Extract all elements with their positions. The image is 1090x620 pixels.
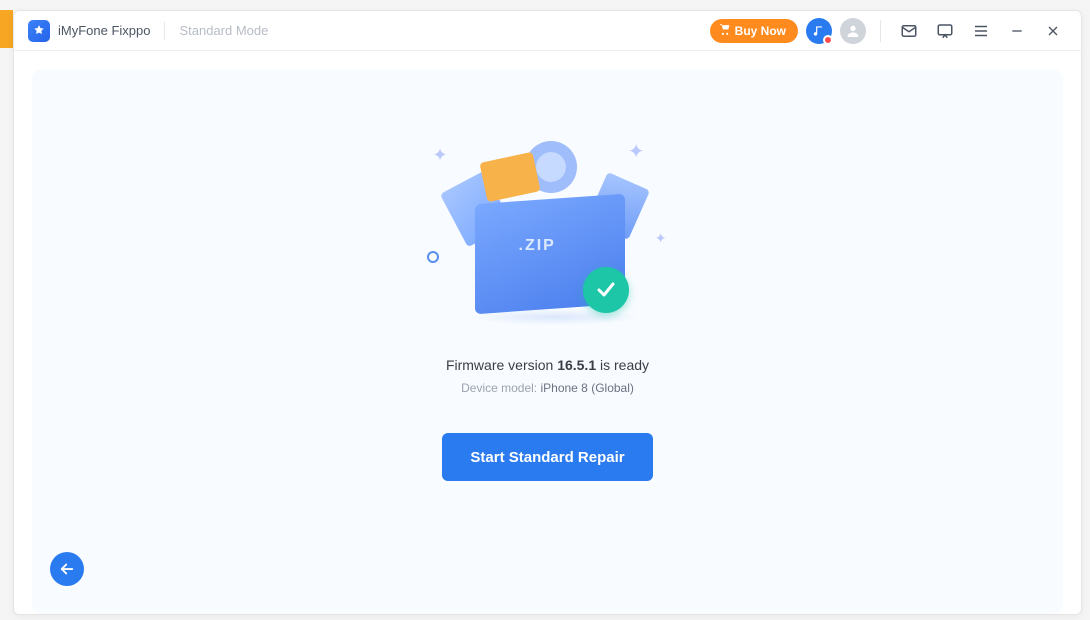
firmware-version: 16.5.1 <box>557 357 596 373</box>
app-window: iMyFone Fixppo Standard Mode Buy Now <box>13 10 1082 615</box>
decorative-circle <box>427 251 439 263</box>
device-model: iPhone 8 (Global) <box>540 381 633 395</box>
checkmark-badge-icon <box>583 267 629 313</box>
notification-dot-icon <box>823 35 833 45</box>
mail-icon[interactable] <box>895 17 923 45</box>
titlebar-divider <box>880 20 881 42</box>
firmware-status-text: Firmware version 16.5.1 is ready <box>446 357 649 373</box>
sparkle-icon: ✦ <box>433 145 448 166</box>
close-icon[interactable] <box>1039 17 1067 45</box>
menu-icon[interactable] <box>967 17 995 45</box>
feedback-icon[interactable] <box>931 17 959 45</box>
firmware-illustration: ✦ ✦ ✦ .ZIP <box>433 139 663 319</box>
app-name: iMyFone Fixppo <box>58 23 150 38</box>
sparkle-icon: ✦ <box>628 139 645 164</box>
device-prefix: Device model: <box>461 381 540 395</box>
cart-icon <box>718 23 731 39</box>
title-separator <box>164 22 165 40</box>
app-logo <box>28 20 50 42</box>
folder-icon <box>479 152 540 202</box>
background-window-edge <box>0 10 13 48</box>
mode-label: Standard Mode <box>179 23 268 38</box>
minimize-icon[interactable] <box>1003 17 1031 45</box>
music-note-icon[interactable] <box>806 18 832 44</box>
sparkle-icon: ✦ <box>655 230 667 247</box>
device-model-text: Device model: iPhone 8 (Global) <box>461 381 634 395</box>
main-panel: ✦ ✦ ✦ .ZIP Firmware version 16.5.1 is re… <box>32 69 1063 614</box>
buy-now-label: Buy Now <box>735 24 786 38</box>
avatar-icon[interactable] <box>840 18 866 44</box>
buy-now-button[interactable]: Buy Now <box>710 19 798 43</box>
start-repair-button[interactable]: Start Standard Repair <box>442 433 652 481</box>
firmware-suffix: is ready <box>596 357 649 373</box>
back-button[interactable] <box>50 552 84 586</box>
title-bar: iMyFone Fixppo Standard Mode Buy Now <box>14 11 1081 51</box>
zip-label: .ZIP <box>519 237 556 255</box>
firmware-prefix: Firmware version <box>446 357 557 373</box>
